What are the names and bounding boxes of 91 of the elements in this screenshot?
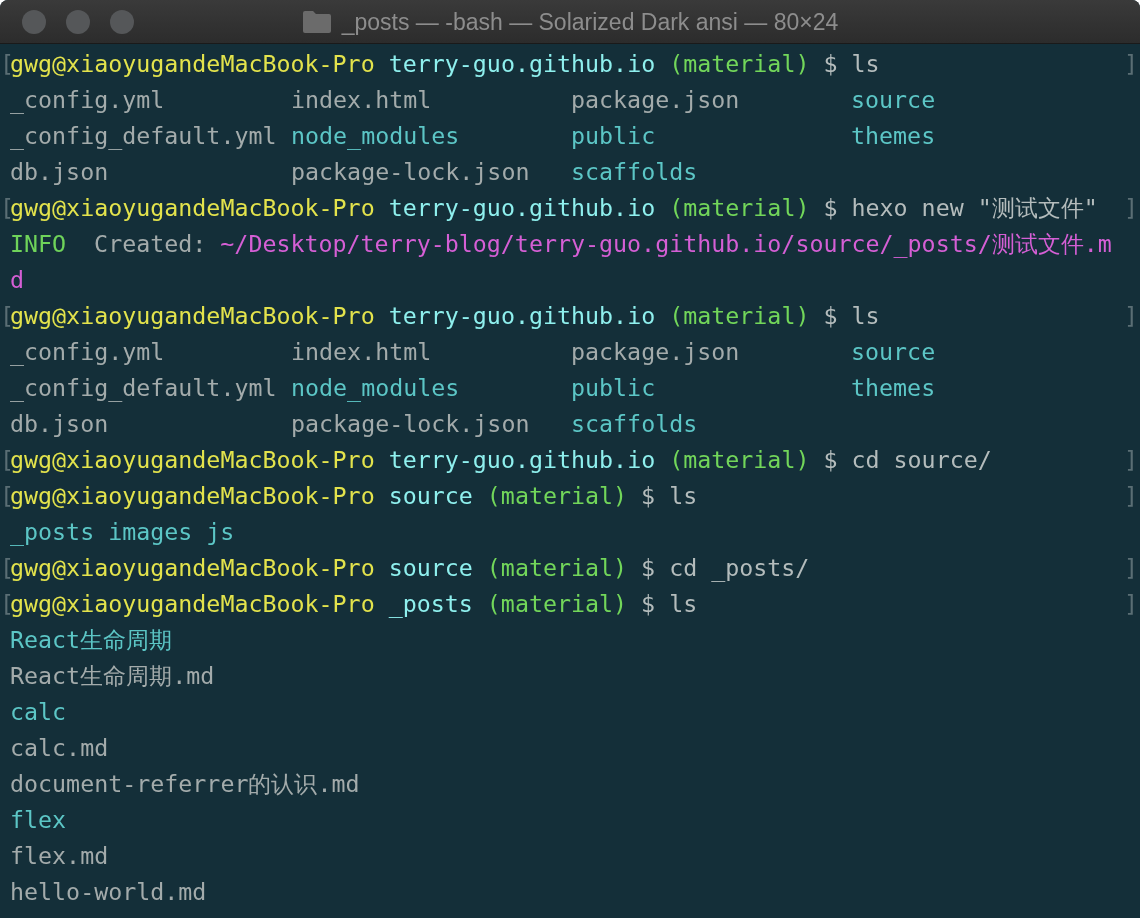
user-host: gwg@xiaoyugandeMacBook-Pro xyxy=(10,49,375,79)
file-path: ~/Desktop/terry-blog/terry-guo.github.io/source/_posts/测试文件.m xyxy=(220,229,1112,260)
prompt-symbol: $ xyxy=(823,193,838,223)
folder-name: images xyxy=(108,517,193,547)
prompt-symbol: $ xyxy=(823,445,838,475)
file-name: index.html xyxy=(291,86,432,113)
prompt-mark: [ xyxy=(0,301,10,331)
user-host: gwg@xiaoyugandeMacBook-Pro xyxy=(10,301,375,331)
file-name: hello-world.md xyxy=(10,877,207,907)
file-name: document-referrer的认识.md xyxy=(10,769,360,799)
prompt-mark: ] xyxy=(1123,589,1139,619)
command-text: ls xyxy=(851,301,880,331)
file-name: flex.md xyxy=(10,841,109,871)
git-branch: (material) xyxy=(486,481,628,511)
folder-name: source xyxy=(851,86,936,113)
user-host: gwg@xiaoyugandeMacBook-Pro xyxy=(10,589,375,619)
file-name: index.html xyxy=(291,338,432,365)
file-name: _config.yml xyxy=(10,338,165,365)
command-text: ls xyxy=(669,481,698,511)
log-message: Created: xyxy=(94,229,207,259)
prompt-mark: [ xyxy=(0,193,10,223)
folder-name: _posts xyxy=(10,517,95,548)
directory-name: terry-guo.github.io xyxy=(388,49,656,79)
folder-name: public xyxy=(571,122,656,149)
git-branch: (material) xyxy=(486,553,628,583)
prompt-mark: [ xyxy=(0,589,10,619)
file-name: _config_default.yml xyxy=(10,374,277,401)
folder-name: node_modules xyxy=(291,122,460,149)
prompt-mark: [ xyxy=(0,445,10,475)
directory-name: terry-guo.github.io xyxy=(388,193,656,223)
prompt-mark: ] xyxy=(1123,193,1139,223)
git-branch: (material) xyxy=(669,445,810,475)
prompt-symbol: $ xyxy=(823,301,838,331)
prompt-symbol: $ xyxy=(641,589,656,619)
close-button[interactable] xyxy=(22,9,46,34)
zoom-button[interactable] xyxy=(110,9,134,34)
file-name: package.json xyxy=(571,86,740,113)
prompt-mark: [ xyxy=(0,481,10,511)
folder-name: calc xyxy=(10,697,67,727)
file-path: d xyxy=(10,265,25,295)
folder-name: themes xyxy=(851,374,936,401)
prompt-symbol: $ xyxy=(823,49,838,79)
command-text: ls xyxy=(851,49,880,79)
file-name: _config.yml xyxy=(10,86,165,113)
folder-name: React生命周期 xyxy=(10,625,173,655)
command-text: cd _posts/ xyxy=(669,553,810,584)
directory-name: terry-guo.github.io xyxy=(388,445,656,475)
file-name: calc.md xyxy=(10,733,109,763)
user-host: gwg@xiaoyugandeMacBook-Pro xyxy=(10,193,375,223)
directory-name: terry-guo.github.io xyxy=(388,301,656,331)
file-name: package-lock.json xyxy=(291,410,530,437)
prompt-symbol: $ xyxy=(641,481,656,511)
user-host: gwg@xiaoyugandeMacBook-Pro xyxy=(10,445,375,475)
folder-name: scaffolds xyxy=(571,410,698,437)
command-text: ls xyxy=(669,589,698,619)
folder-name: flex xyxy=(10,805,67,835)
folder-name: source xyxy=(851,338,936,365)
prompt-mark: ] xyxy=(1123,445,1139,475)
prompt-mark: ] xyxy=(1123,49,1139,79)
file-name: _config_default.yml xyxy=(10,122,277,149)
directory-name: _posts xyxy=(388,589,473,620)
command-text: cd source/ xyxy=(851,445,992,475)
log-level: INFO xyxy=(10,229,67,259)
folder-name: js xyxy=(206,517,235,547)
prompt-mark: [ xyxy=(0,49,10,79)
folder-name: node_modules xyxy=(291,374,460,401)
prompt-mark: [ xyxy=(0,553,10,583)
file-name: db.json xyxy=(10,410,109,437)
minimize-button[interactable] xyxy=(66,9,90,34)
user-host: gwg@xiaoyugandeMacBook-Pro xyxy=(10,553,375,583)
folder-name: themes xyxy=(851,122,936,149)
file-name: db.json xyxy=(10,158,109,185)
command-text: hexo new "测试文件" xyxy=(851,193,1098,223)
folder-name: public xyxy=(571,374,656,401)
folder-name: scaffolds xyxy=(571,158,698,185)
directory-name: source xyxy=(388,553,473,583)
git-branch: (material) xyxy=(486,589,628,619)
prompt-mark: ] xyxy=(1123,553,1139,583)
file-name: React生命周期.md xyxy=(10,661,215,691)
git-branch: (material) xyxy=(669,193,810,223)
user-host: gwg@xiaoyugandeMacBook-Pro xyxy=(10,481,375,511)
prompt-symbol: $ xyxy=(641,553,656,583)
file-name: package.json xyxy=(571,338,740,365)
git-branch: (material) xyxy=(669,301,810,331)
folder-icon xyxy=(301,10,332,34)
git-branch: (material) xyxy=(669,49,810,79)
directory-name: source xyxy=(388,481,473,511)
prompt-mark: ] xyxy=(1123,301,1139,331)
file-name: package-lock.json xyxy=(291,158,530,185)
window-title: _posts — -bash — Solarized Dark ansi — 80×24 xyxy=(341,7,839,37)
prompt-mark: ] xyxy=(1123,481,1139,511)
